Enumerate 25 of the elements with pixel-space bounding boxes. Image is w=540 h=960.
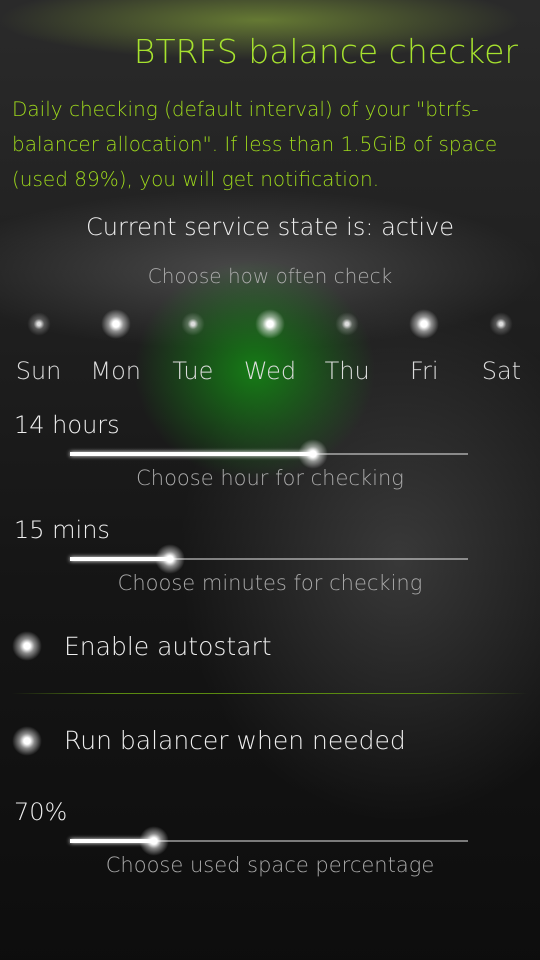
switch-toggle[interactable]: Run balancer when needed <box>12 722 406 760</box>
section-label: Choose how often check <box>146 262 394 290</box>
description-text: Daily checking (default interval) of your "btrfs-balancer allocation". If less than 1.5GiB of space (used 89%), you will get notification. <box>12 96 498 193</box>
slider-track[interactable] <box>70 544 468 574</box>
slider-value: 14 hours <box>14 410 121 441</box>
day-toggle[interactable]: Fri <box>386 308 463 389</box>
slider-label: Choose minutes for checking <box>116 570 424 598</box>
slider-value: 70% <box>14 796 68 828</box>
day-toggle[interactable]: Tue <box>154 308 232 389</box>
slider-thumb[interactable] <box>154 544 184 574</box>
slider-track[interactable] <box>70 826 468 856</box>
slider-thumb[interactable] <box>298 438 328 469</box>
day-toggle[interactable]: Thu <box>308 308 386 389</box>
slider-label: Choose used space percentage <box>104 852 436 879</box>
day-toggle[interactable]: Sun <box>0 308 78 389</box>
day-toggle[interactable]: Wed <box>231 308 309 389</box>
switch-toggle[interactable]: Enable autostart <box>12 628 272 666</box>
slider-value: 15 mins <box>14 515 111 546</box>
slider-thumb[interactable] <box>138 826 169 856</box>
day-toggle[interactable]: Sat <box>462 308 540 389</box>
day-toggle[interactable]: Mon <box>77 308 154 389</box>
slider-track[interactable] <box>70 438 468 469</box>
service-state-text: Current service state is: active <box>84 212 456 243</box>
page-title: BTRFS balance checker <box>132 31 519 72</box>
slider-label: Choose hour for checking <box>135 464 405 492</box>
